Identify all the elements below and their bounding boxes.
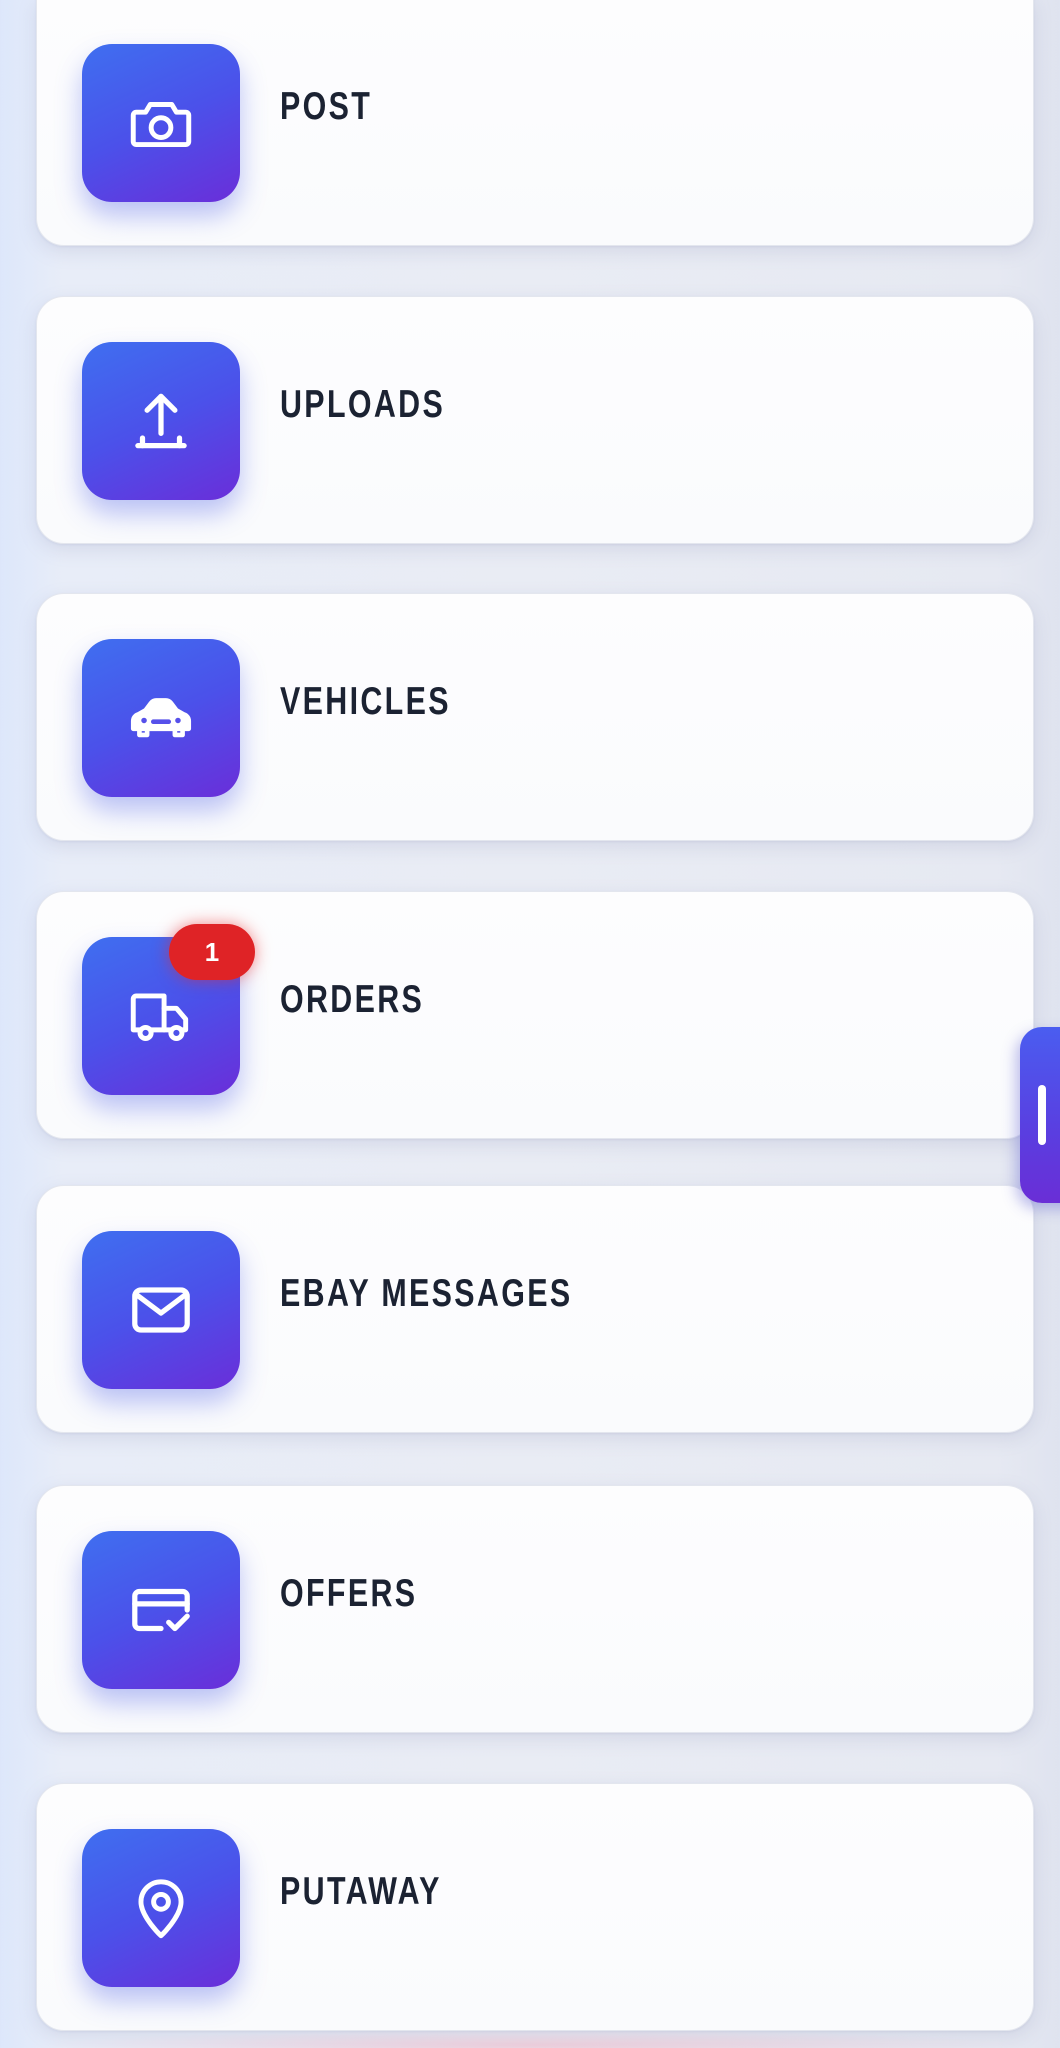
menu-item-icon-tile xyxy=(82,44,240,202)
card-check-icon xyxy=(132,1588,190,1632)
menu-item-icon-tile xyxy=(82,1829,240,1987)
camera-icon xyxy=(130,102,192,148)
mail-icon xyxy=(132,1287,190,1333)
menu-item-uploads[interactable]: UPLOADS xyxy=(36,296,1034,544)
menu-item-orders[interactable]: 1 ORDERS xyxy=(36,891,1034,1139)
car-icon xyxy=(130,698,192,738)
menu-item-icon-tile xyxy=(82,639,240,797)
menu-item-vehicles[interactable]: VEHICLES xyxy=(36,593,1034,841)
notification-badge: 1 xyxy=(169,924,255,980)
menu-item-post[interactable]: POST xyxy=(36,0,1034,246)
menu-item-label: EBAY MESSAGES xyxy=(280,1272,573,1315)
menu-item-label: UPLOADS xyxy=(280,383,446,426)
drawer-grip-icon xyxy=(1038,1085,1046,1145)
upload-icon xyxy=(135,393,187,449)
side-drawer-handle[interactable] xyxy=(1020,1027,1060,1203)
menu-item-label: POST xyxy=(280,85,373,128)
menu-item-label: OFFERS xyxy=(280,1572,418,1615)
truck-icon xyxy=(130,993,189,1041)
menu-item-label: ORDERS xyxy=(280,978,425,1021)
location-pin-icon xyxy=(138,1879,184,1939)
menu-item-label: VEHICLES xyxy=(280,680,451,723)
menu-item-icon-tile xyxy=(82,1231,240,1389)
menu-item-icon-tile xyxy=(82,342,240,500)
menu-item-offers[interactable]: OFFERS xyxy=(36,1485,1034,1733)
menu-item-label: PUTAWAY xyxy=(280,1870,442,1913)
menu-item-ebay-messages[interactable]: EBAY MESSAGES xyxy=(36,1185,1034,1433)
menu-item-icon-tile xyxy=(82,1531,240,1689)
bottom-glow xyxy=(36,2030,1034,2048)
menu-item-putaway[interactable]: PUTAWAY xyxy=(36,1783,1034,2031)
